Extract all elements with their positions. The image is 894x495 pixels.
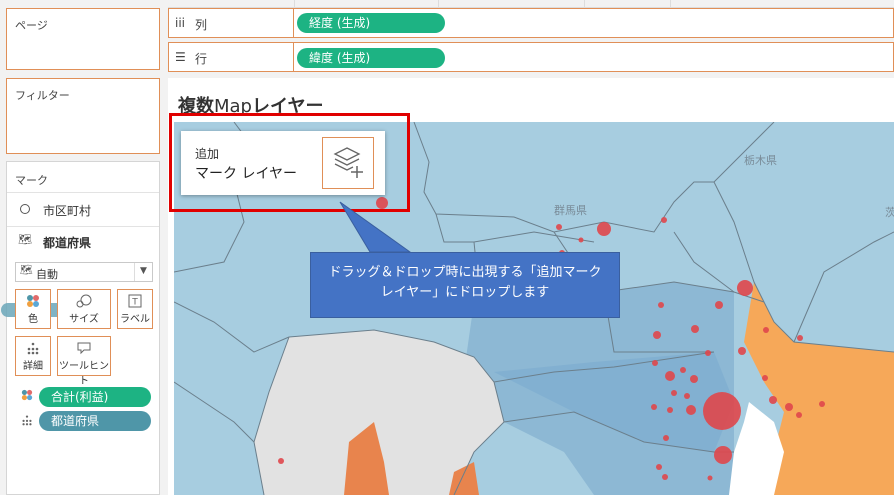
rows-shelf[interactable]: ☰ 行 緯度 (生成) (168, 42, 894, 72)
color-button[interactable]: 色 (15, 289, 51, 329)
text-label-icon: T (118, 294, 152, 310)
chevron-down-icon: ▼ (140, 266, 147, 276)
color-dots-icon (21, 389, 33, 404)
divider (7, 226, 159, 227)
field-pill-profit[interactable]: 合計(利益) (39, 387, 151, 407)
map-label-gunma: 群馬県 (554, 204, 587, 217)
tooltip-button[interactable]: ツールヒント (57, 336, 111, 387)
map-label-tochigi: 栃木県 (744, 154, 777, 167)
rows-shelf-label: 行 (195, 52, 208, 66)
marks-layer-label: 市区町村 (43, 204, 92, 218)
instruction-callout-text: ドラッグ＆ドロップ時に出現する「追加マークレイヤー」にドロップします (328, 265, 602, 300)
divider (293, 43, 294, 71)
add-layer-icon-box (322, 137, 374, 189)
add-layer-line2: マーク レイヤー (195, 166, 298, 182)
tooltip-icon (58, 341, 110, 357)
marks-panel-title: マーク (15, 174, 48, 187)
toolbar-strip (168, 0, 894, 8)
label-button-label: ラベル (120, 314, 150, 325)
divider (134, 263, 135, 281)
circle-icon (20, 204, 30, 214)
divider (293, 9, 294, 37)
layers-plus-icon (333, 146, 365, 183)
size-button-label: サイズ (69, 314, 99, 325)
filters-panel[interactable]: フィルター (6, 78, 160, 154)
columns-shelf[interactable]: iii 列 経度 (生成) (168, 8, 894, 38)
detail-button[interactable]: 詳細 (15, 336, 51, 376)
marks-layer-municipality[interactable]: 市区町村 (7, 196, 159, 226)
detail-dots-icon (16, 341, 50, 357)
color-button-label: 色 (28, 314, 38, 325)
map-icon: 🗺 (18, 233, 32, 246)
pages-panel-title: ページ (15, 19, 48, 32)
svg-text:T: T (131, 298, 138, 308)
columns-pill-longitude[interactable]: 経度 (生成) (297, 13, 445, 33)
detail-button-label: 詳細 (23, 361, 43, 372)
pages-panel[interactable]: ページ (6, 8, 160, 70)
marks-layer-label: 都道府県 (43, 236, 92, 250)
columns-shelf-label: 列 (195, 18, 208, 32)
divider (7, 192, 159, 193)
size-icon (58, 294, 110, 310)
color-dots-icon (16, 294, 50, 310)
map-icon: 🗺 (20, 265, 33, 276)
add-marks-layer-drop-target[interactable]: 追加 マーク レイヤー (181, 131, 385, 195)
marks-layer-prefecture[interactable]: 🗺 都道府県 (7, 228, 159, 258)
mark-type-value: 自動 (36, 268, 58, 281)
detail-dots-icon (21, 414, 33, 429)
tooltip-button-label: ツールヒント (59, 361, 109, 387)
field-pill-prefecture[interactable]: 都道府県 (39, 411, 151, 431)
add-layer-line1: 追加 (195, 147, 220, 161)
columns-icon: iii (175, 16, 186, 30)
label-button[interactable]: T ラベル (117, 289, 153, 329)
size-button[interactable]: サイズ (57, 289, 111, 329)
rows-icon: ☰ (175, 50, 186, 64)
mark-type-dropdown[interactable]: 🗺 自動 ▼ (15, 262, 153, 282)
filters-panel-title: フィルター (15, 89, 70, 102)
rows-pill-latitude[interactable]: 緯度 (生成) (297, 48, 445, 68)
instruction-callout: ドラッグ＆ドロップ時に出現する「追加マークレイヤー」にドロップします (310, 252, 620, 318)
map-label-ibaraki: 茨 (885, 206, 894, 219)
marks-panel: マーク 市区町村 🗺 都道府県 🗺 自動 ▼ 色 サイズ T ラベル 詳細 ツー… (1, 161, 160, 495)
